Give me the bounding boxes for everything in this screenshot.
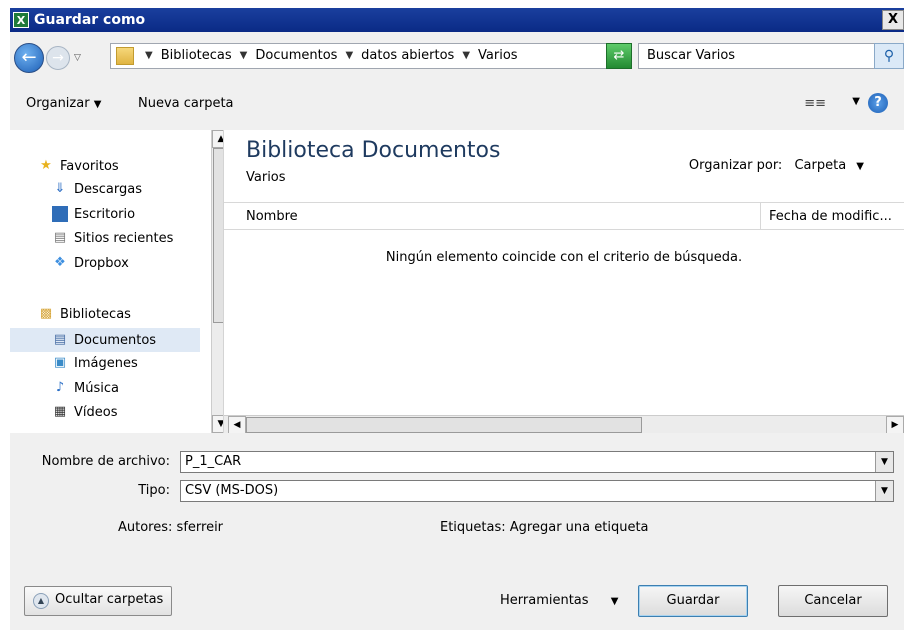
nav-item-musica[interactable]: ♪ Música — [52, 380, 119, 396]
history-dropdown-icon[interactable]: ▽ — [74, 53, 81, 63]
type-dropdown-icon[interactable]: ▼ — [875, 481, 893, 501]
window-title: Guardar como — [34, 12, 146, 28]
column-header-row: Nombre Fecha de modific... — [224, 202, 904, 230]
documents-icon: ▤ — [53, 332, 67, 347]
search-icon[interactable]: ⚲ — [874, 43, 904, 69]
nav-favorites[interactable]: ★ Favoritos — [38, 158, 119, 174]
filename-dropdown-icon[interactable]: ▼ — [875, 452, 893, 472]
search-input[interactable]: Buscar Varios — [638, 43, 884, 69]
title-bar: X Guardar como X — [10, 8, 904, 32]
back-button[interactable]: ← — [14, 43, 44, 73]
breadcrumb-item[interactable]: Varios — [478, 48, 518, 64]
recent-places-icon: ▤ — [53, 230, 67, 245]
nav-item-videos[interactable]: ▦ Vídeos — [52, 404, 118, 420]
authors-meta: Autores: sferreir — [118, 520, 224, 535]
nav-item-descargas[interactable]: ⇓ Descargas — [52, 181, 142, 197]
desktop-icon — [52, 206, 68, 222]
downloads-icon: ⇓ — [54, 181, 66, 196]
scroll-down-icon[interactable]: ▼ — [212, 415, 223, 433]
hide-folders-button[interactable]: ▲ Ocultar carpetas — [24, 586, 173, 616]
nav-item-dropbox[interactable]: ❖ Dropbox — [52, 255, 129, 271]
breadcrumb-item[interactable]: datos abiertos — [361, 48, 454, 64]
scroll-up-icon[interactable]: ▲ — [212, 130, 223, 148]
arrange-by[interactable]: Organizar por: Carpeta ▼ — [689, 158, 864, 173]
tools-dropdown-icon: ▼ — [610, 596, 619, 607]
scroll-right-icon[interactable]: ▶ — [886, 416, 904, 434]
command-bar: Organizar ▼ Nueva carpeta ≡≡ ▼ ? — [10, 78, 904, 130]
music-icon: ♪ — [55, 380, 65, 395]
empty-message: Ningún elemento coincide con el criterio… — [385, 250, 743, 265]
breadcrumb-item[interactable]: Bibliotecas — [161, 48, 232, 64]
forward-button[interactable]: → — [46, 46, 70, 70]
star-icon: ★ — [40, 158, 52, 173]
navigation-pane: ★ Favoritos ⇓ Descargas Escritorio ▤ Sit… — [10, 130, 224, 433]
authors-value[interactable]: sferreir — [177, 520, 223, 535]
nav-item-imagenes[interactable]: ▣ Imágenes — [52, 355, 138, 371]
view-dropdown-icon[interactable]: ▼ — [852, 96, 860, 107]
tags-meta: Etiquetas: Agregar una etiqueta — [440, 520, 649, 535]
videos-icon: ▦ — [53, 404, 67, 419]
file-list-pane: Biblioteca Documentos Varios Organizar p… — [224, 130, 904, 434]
cancel-button[interactable]: Cancelar — [778, 585, 888, 617]
scroll-thumb[interactable] — [213, 148, 223, 323]
nav-item-sitios-recientes[interactable]: ▤ Sitios recientes — [52, 230, 174, 246]
library-title: Biblioteca Documentos — [246, 138, 501, 163]
folder-icon — [116, 47, 134, 65]
collapse-icon: ▲ — [33, 593, 49, 609]
nav-item-escritorio[interactable]: Escritorio — [52, 206, 135, 222]
view-options-icon[interactable]: ≡≡ — [804, 96, 826, 111]
breadcrumb[interactable]: ▼ Bibliotecas ▼ Documentos ▼ datos abier… — [110, 43, 630, 69]
content-scrollbar[interactable]: ◀ ▶ — [224, 415, 904, 434]
filename-field[interactable]: P_1_CAR ▼ — [180, 451, 894, 473]
tags-value[interactable]: Agregar una etiqueta — [510, 520, 649, 535]
excel-icon: X — [13, 12, 29, 28]
scroll-left-icon[interactable]: ◀ — [228, 416, 246, 434]
breadcrumb-item[interactable]: Documentos — [255, 48, 337, 64]
type-select[interactable]: CSV (MS-DOS) ▼ — [180, 480, 894, 502]
help-icon[interactable]: ? — [868, 93, 888, 113]
libraries-icon: ▩ — [39, 306, 53, 321]
close-button[interactable]: X — [882, 10, 904, 30]
filename-label: Nombre de archivo: — [41, 454, 170, 469]
nav-scrollbar[interactable]: ▲ ▼ — [211, 130, 223, 433]
pictures-icon: ▣ — [53, 355, 67, 370]
nav-libraries[interactable]: ▩ Bibliotecas — [38, 306, 131, 322]
column-name[interactable]: Nombre — [246, 209, 298, 224]
new-folder-button[interactable]: Nueva carpeta — [138, 96, 234, 111]
nav-item-documentos[interactable]: ▤ Documentos — [10, 328, 200, 352]
dropbox-icon: ❖ — [54, 255, 66, 270]
organize-button[interactable]: Organizar ▼ — [26, 96, 101, 111]
refresh-icon[interactable]: ⇄ — [606, 43, 632, 69]
save-button[interactable]: Guardar — [638, 585, 748, 617]
type-label: Tipo: — [138, 483, 170, 498]
save-form: Nombre de archivo: P_1_CAR ▼ Tipo: CSV (… — [10, 433, 904, 630]
arrange-value[interactable]: Carpeta — [794, 158, 846, 173]
library-subtitle: Varios — [246, 170, 286, 185]
scroll-thumb[interactable] — [246, 417, 642, 433]
tools-button[interactable]: Herramientas ▼ — [500, 593, 618, 608]
arrange-dropdown-icon[interactable]: ▼ — [856, 161, 864, 172]
address-bar: ← → ▽ ▼ Bibliotecas ▼ Documentos ▼ datos… — [10, 32, 904, 78]
column-date-modified[interactable]: Fecha de modific... — [760, 203, 904, 229]
